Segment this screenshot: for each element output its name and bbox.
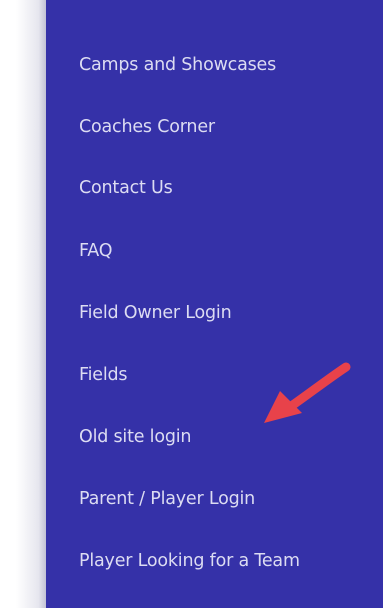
nav-item-parent-player-login[interactable]: Parent / Player Login <box>79 484 255 514</box>
nav-item-fields[interactable]: Fields <box>79 360 128 390</box>
nav-item-faq[interactable]: FAQ <box>79 236 113 266</box>
nav-item-coaches-corner[interactable]: Coaches Corner <box>79 112 215 142</box>
nav-item-camps-and-showcases[interactable]: Camps and Showcases <box>79 50 276 80</box>
nav-item-old-site-login[interactable]: Old site login <box>79 422 192 452</box>
sidebar-nav-panel: Camps and Showcases Coaches Corner Conta… <box>46 0 383 608</box>
arrow-pointing-icon <box>264 362 351 423</box>
nav-item-player-looking-for-a-team[interactable]: Player Looking for a Team <box>79 546 300 576</box>
nav-item-field-owner-login[interactable]: Field Owner Login <box>79 298 232 328</box>
nav-item-contact-us[interactable]: Contact Us <box>79 173 173 203</box>
panel-shadow <box>16 0 48 608</box>
screenshot-stage: Camps and Showcases Coaches Corner Conta… <box>0 0 383 608</box>
